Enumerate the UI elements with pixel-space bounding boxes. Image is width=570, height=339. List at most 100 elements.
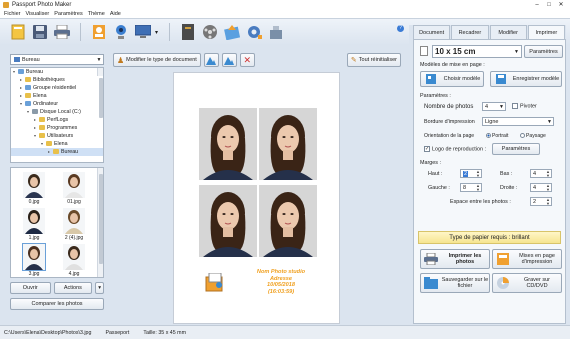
photo-count-input[interactable]: 4 ▼ <box>482 102 506 111</box>
open-icon[interactable] <box>8 22 28 42</box>
menu-view[interactable]: Visualiser <box>26 11 50 17</box>
passport-photo[interactable] <box>259 108 317 180</box>
print-layouts-button[interactable]: Mises en page d'impression <box>492 249 562 269</box>
pivot-checkbox[interactable]: Pivoter <box>512 103 537 109</box>
print-icon[interactable] <box>52 22 72 42</box>
tree-node[interactable]: ▸ PerfLogs <box>11 116 103 124</box>
tree-node[interactable]: ▸ Groupe résidentiel <box>11 84 103 92</box>
passport-photo[interactable] <box>259 185 317 257</box>
logo-checkbox[interactable]: ✓ Logo de reproduction : <box>424 146 486 152</box>
save-to-file-button[interactable]: Sauvegarder sur le fichier <box>420 273 490 293</box>
passport-photo[interactable] <box>199 185 257 257</box>
tree-node[interactable]: ▸ Bibliothèques <box>11 76 103 84</box>
paper-size-select[interactable]: 10 x 15 cm ▼ <box>432 45 522 58</box>
portrait-radio-dot[interactable] <box>486 133 491 139</box>
folder-select[interactable]: Bureau ▼ <box>10 54 104 65</box>
spinner-icon[interactable]: ▲ ▼ <box>476 184 480 192</box>
top-margin-input[interactable]: 2 ▲ ▼ <box>460 169 482 178</box>
tree-node-label: Ordinateur <box>33 101 59 107</box>
tree-node[interactable]: ▾ Bureau <box>11 68 103 76</box>
left-margin-input[interactable]: 8 ▲ ▼ <box>460 183 482 192</box>
actions-button[interactable]: Actions <box>53 282 93 294</box>
border-select[interactable]: Ligne ▼ <box>482 117 554 126</box>
open-button[interactable]: Ouvrir <box>10 282 51 294</box>
tree-node[interactable]: ▸ Elena <box>11 92 103 100</box>
landscape-radio[interactable]: Paysage <box>520 133 546 139</box>
landscape-radio-dot[interactable] <box>520 133 525 139</box>
maximize-button[interactable]: □ <box>543 2 555 8</box>
print-photos-button[interactable]: Imprimer les photos <box>420 249 490 269</box>
spacing-input[interactable]: 2 ▲ ▼ <box>530 197 552 206</box>
help-icon[interactable]: ? <box>397 25 404 32</box>
logo-label: Logo de reproduction : <box>432 146 486 153</box>
title-bar: Passport Photo Maker – □ ✕ <box>0 0 570 9</box>
params-title: Paramètres : <box>420 93 451 99</box>
right-margin-input[interactable]: 4 ▲ ▼ <box>530 183 552 192</box>
photo-thumbnail[interactable]: 3.jpg <box>19 243 49 277</box>
screen-dropdown-icon[interactable]: ▾ <box>155 29 161 36</box>
thumbnail-grid[interactable]: 0.jpg 01.jpg 1.jpg 2 (4).jpg 3.jpg 4.jpg <box>10 167 104 278</box>
spinner-icon[interactable]: ▲ ▼ <box>546 170 550 178</box>
upload-icon[interactable] <box>222 22 242 42</box>
actions-dropdown-button[interactable]: ▾ <box>95 282 104 294</box>
status-document-type: Passeport <box>105 329 130 336</box>
burn-cd-button[interactable]: Graver sur CD/DVD <box>492 273 562 293</box>
tree-scrollbar[interactable] <box>97 68 103 118</box>
save-template-button[interactable]: Enregistrer modèle <box>490 71 562 87</box>
photo-thumbnail[interactable]: 01.jpg <box>59 172 89 206</box>
rotate-right-button[interactable] <box>221 53 237 67</box>
film-icon[interactable] <box>200 22 220 42</box>
tab-crop[interactable]: Recadrer <box>451 25 489 39</box>
photo-thumbnail[interactable]: 0.jpg <box>19 172 49 206</box>
photo-count-label: Nombre de photos <box>424 104 474 110</box>
portrait-radio[interactable]: Portrait <box>486 133 508 139</box>
tab-print[interactable]: Imprimer <box>527 25 565 40</box>
tree-node[interactable]: ▾ Ordinateur <box>11 100 103 108</box>
contacts-icon[interactable] <box>89 22 109 42</box>
compare-photos-button[interactable]: Comparer les photos <box>10 298 104 310</box>
studio-logo <box>204 272 226 293</box>
tree-node[interactable]: ▸ Bureau <box>11 148 103 156</box>
menu-settings[interactable]: Paramètres <box>54 11 82 17</box>
thumbnail-scrollbar[interactable] <box>97 168 103 277</box>
pivot-check-box[interactable] <box>512 103 518 109</box>
webcam-icon[interactable] <box>111 22 131 42</box>
close-button[interactable]: ✕ <box>555 1 567 8</box>
tools-icon[interactable] <box>266 22 286 42</box>
folder-icon <box>39 133 45 139</box>
tab-edit[interactable]: Modifier <box>489 25 527 39</box>
delete-button[interactable]: ✕ <box>239 53 255 67</box>
tree-node[interactable]: ▾ Utilisateurs <box>11 132 103 140</box>
tree-node[interactable]: ▸ Programmes <box>11 124 103 132</box>
spinner-icon[interactable]: ▲ ▼ <box>476 170 480 178</box>
margins-title: Marges : <box>420 160 441 166</box>
reset-all-button[interactable]: ✎ Tout réinitialiser <box>346 53 401 67</box>
minimize-button[interactable]: – <box>531 2 543 8</box>
photo-thumbnail[interactable]: 1.jpg <box>19 208 49 242</box>
logo-check-box[interactable]: ✓ <box>424 146 430 152</box>
menu-theme[interactable]: Thème <box>88 11 105 17</box>
rotate-left-button[interactable] <box>203 53 219 67</box>
folder-icon <box>18 69 24 75</box>
menu-help[interactable]: Aide <box>110 11 121 17</box>
mountain-icon <box>206 57 217 65</box>
tab-document[interactable]: Document <box>413 25 451 39</box>
spinner-icon[interactable]: ▲ ▼ <box>546 184 550 192</box>
menu-file[interactable]: Fichier <box>4 11 21 17</box>
folder-tree[interactable]: ▾ Bureau ▸ Bibliothèques ▸ Groupe résidentiel… <box>10 67 104 163</box>
tree-node[interactable]: ▾ Elena <box>11 140 103 148</box>
choose-template-button[interactable]: Choisir modèle <box>420 71 484 87</box>
book-icon[interactable] <box>178 22 198 42</box>
photo-thumbnail[interactable]: 2 (4).jpg <box>59 208 89 242</box>
paper-params-button[interactable]: Paramètres <box>524 45 563 58</box>
change-document-type-button[interactable]: ♟ Modifier le type de document <box>113 53 201 67</box>
bottom-margin-input[interactable]: 4 ▲ ▼ <box>530 169 552 178</box>
photo-thumbnail[interactable]: 4.jpg <box>59 244 89 277</box>
spinner-icon[interactable]: ▲ ▼ <box>546 198 550 206</box>
logo-params-button[interactable]: Paramètres <box>492 143 540 155</box>
gear-icon[interactable] <box>244 22 264 42</box>
tree-node[interactable]: ▾ Disque Local (C:) <box>11 108 103 116</box>
passport-photo[interactable] <box>199 108 257 180</box>
save-icon[interactable] <box>30 22 50 42</box>
screen-icon[interactable] <box>133 22 153 42</box>
